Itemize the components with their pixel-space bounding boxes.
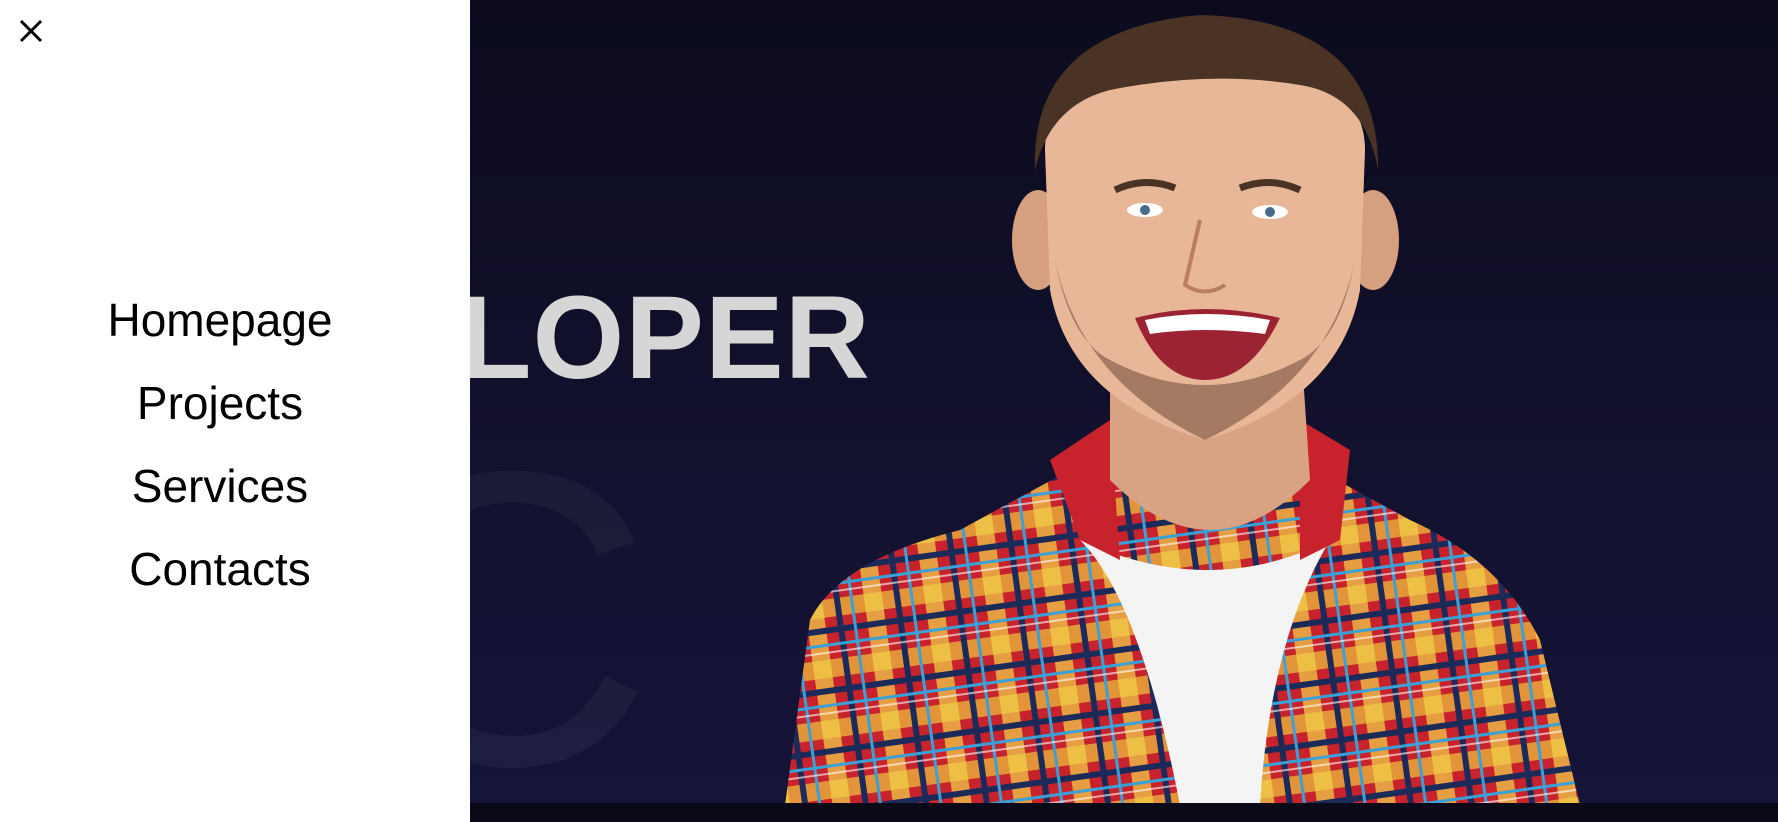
menu-item: Contacts bbox=[0, 527, 440, 610]
menu-item: Projects bbox=[0, 361, 440, 444]
close-menu-button[interactable] bbox=[14, 14, 48, 48]
menu-item: Services bbox=[0, 444, 440, 527]
side-menu: Homepage Projects Services Contacts bbox=[0, 0, 470, 822]
menu-item: Homepage bbox=[0, 278, 440, 361]
menu-link-services[interactable]: Services bbox=[132, 459, 308, 513]
menu-list: Homepage Projects Services Contacts bbox=[0, 278, 440, 610]
close-icon bbox=[19, 19, 43, 43]
menu-link-homepage[interactable]: Homepage bbox=[107, 293, 332, 347]
menu-link-contacts[interactable]: Contacts bbox=[129, 542, 311, 596]
hero-portrait-image bbox=[785, 15, 1580, 805]
menu-link-projects[interactable]: Projects bbox=[137, 376, 303, 430]
